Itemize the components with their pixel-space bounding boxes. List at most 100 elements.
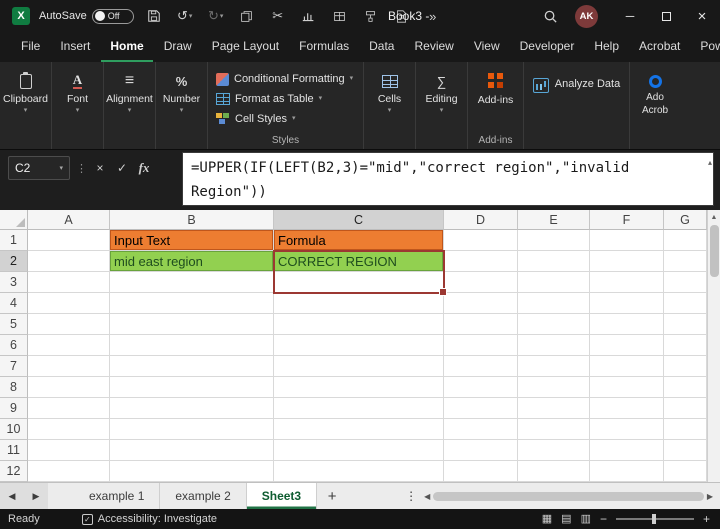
cell-C4[interactable] xyxy=(274,293,444,314)
cell-A10[interactable] xyxy=(28,419,110,440)
cell-E11[interactable] xyxy=(518,440,590,461)
cell-C8[interactable] xyxy=(274,377,444,398)
cell-E7[interactable] xyxy=(518,356,590,377)
cell-E9[interactable] xyxy=(518,398,590,419)
cell-F3[interactable] xyxy=(590,272,664,293)
row-header-6[interactable]: 6 xyxy=(0,335,28,356)
cell-D11[interactable] xyxy=(444,440,518,461)
undo-icon[interactable]: ↺▾ xyxy=(174,5,196,27)
row-header-9[interactable]: 9 xyxy=(0,398,28,419)
cell-F7[interactable] xyxy=(590,356,664,377)
page-break-view-icon[interactable]: ▥ xyxy=(581,514,591,525)
zoom-slider[interactable] xyxy=(616,518,694,520)
menu-tab-power-pivot[interactable]: Power Pivot xyxy=(691,32,720,62)
cell-E4[interactable] xyxy=(518,293,590,314)
scroll-right-icon[interactable]: ▶ xyxy=(704,492,716,501)
cell-E5[interactable] xyxy=(518,314,590,335)
cell-C3[interactable] xyxy=(274,272,444,293)
cell-A9[interactable] xyxy=(28,398,110,419)
prev-sheet-icon[interactable]: ◀ xyxy=(0,483,24,509)
menu-tab-home[interactable]: Home xyxy=(101,32,152,62)
cell-A4[interactable] xyxy=(28,293,110,314)
cell-F12[interactable] xyxy=(590,461,664,482)
sheet-options-kebab-icon[interactable]: ⋮ xyxy=(347,483,417,509)
menu-tab-view[interactable]: View xyxy=(465,32,509,62)
maximize-button[interactable] xyxy=(648,0,684,32)
column-header-b[interactable]: B xyxy=(110,210,274,230)
cell-F1[interactable] xyxy=(590,230,664,251)
cell-E1[interactable] xyxy=(518,230,590,251)
menu-tab-draw[interactable]: Draw xyxy=(155,32,201,62)
chart-icon[interactable] xyxy=(298,5,320,27)
row-header-2[interactable]: 2 xyxy=(0,251,28,272)
cell-C11[interactable] xyxy=(274,440,444,461)
cell-G7[interactable] xyxy=(664,356,707,377)
cell-G11[interactable] xyxy=(664,440,707,461)
redo-icon[interactable]: ↻▾ xyxy=(205,5,227,27)
name-box[interactable]: C2 ▾ xyxy=(8,156,70,180)
cut-icon[interactable]: ✂ xyxy=(267,5,289,27)
cell-E12[interactable] xyxy=(518,461,590,482)
cell-D12[interactable] xyxy=(444,461,518,482)
ribbon-group-clipboard[interactable]: Clipboard▾ xyxy=(0,62,52,149)
cell-B7[interactable] xyxy=(110,356,274,377)
cell-G8[interactable] xyxy=(664,377,707,398)
menu-tab-page-layout[interactable]: Page Layout xyxy=(203,32,288,62)
menu-tab-data[interactable]: Data xyxy=(360,32,403,62)
cell-D2[interactable] xyxy=(444,251,518,272)
cell-G5[interactable] xyxy=(664,314,707,335)
ribbon-button-format-as-table[interactable]: Format as Table▾ xyxy=(216,89,357,109)
horizontal-scrollbar[interactable]: ◀ ▶ xyxy=(417,483,720,509)
formula-bar-kebab-icon[interactable]: ⋮ xyxy=(76,162,87,175)
cell-C1[interactable]: Formula xyxy=(274,230,444,251)
cell-C5[interactable] xyxy=(274,314,444,335)
autosave-toggle[interactable]: AutoSave Off xyxy=(39,9,134,24)
menu-tab-help[interactable]: Help xyxy=(585,32,628,62)
cell-C12[interactable] xyxy=(274,461,444,482)
sheet-tab-example-2[interactable]: example 2 xyxy=(160,483,246,509)
analyze-data-button[interactable]: Analyze Data xyxy=(524,62,630,149)
normal-view-icon[interactable]: ▦ xyxy=(542,514,552,525)
cell-D3[interactable] xyxy=(444,272,518,293)
cell-E2[interactable] xyxy=(518,251,590,272)
cell-A6[interactable] xyxy=(28,335,110,356)
cell-A7[interactable] xyxy=(28,356,110,377)
cell-F5[interactable] xyxy=(590,314,664,335)
ribbon-button-cell-styles[interactable]: Cell Styles▾ xyxy=(216,109,357,129)
cell-B9[interactable] xyxy=(110,398,274,419)
column-header-c[interactable]: C xyxy=(274,210,444,230)
row-header-3[interactable]: 3 xyxy=(0,272,28,293)
cell-E6[interactable] xyxy=(518,335,590,356)
row-header-8[interactable]: 8 xyxy=(0,377,28,398)
cell-F9[interactable] xyxy=(590,398,664,419)
cell-B6[interactable] xyxy=(110,335,274,356)
cell-E8[interactable] xyxy=(518,377,590,398)
horizontal-scroll-thumb[interactable] xyxy=(433,492,704,501)
page-layout-view-icon[interactable]: ▤ xyxy=(561,514,571,525)
cell-G2[interactable] xyxy=(664,251,707,272)
cell-A8[interactable] xyxy=(28,377,110,398)
cell-B12[interactable] xyxy=(110,461,274,482)
zoom-slider-knob[interactable] xyxy=(652,514,656,524)
ribbon-button-conditional-formatting[interactable]: Conditional Formatting▾ xyxy=(216,69,357,89)
cell-D7[interactable] xyxy=(444,356,518,377)
scroll-up-icon[interactable]: ▲ xyxy=(711,210,718,225)
column-header-d[interactable]: D xyxy=(444,210,518,230)
vertical-scroll-thumb[interactable] xyxy=(710,225,719,277)
table-icon[interactable] xyxy=(329,5,351,27)
ribbon-group-editing[interactable]: Editing▾ xyxy=(416,62,468,149)
column-header-e[interactable]: E xyxy=(518,210,590,230)
row-header-5[interactable]: 5 xyxy=(0,314,28,335)
row-header-4[interactable]: 4 xyxy=(0,293,28,314)
ribbon-group-alignment[interactable]: Alignment▾ xyxy=(104,62,156,149)
cell-G6[interactable] xyxy=(664,335,707,356)
adobe-acrobat-button[interactable]: Ado Acrob xyxy=(630,62,680,149)
column-header-f[interactable]: F xyxy=(590,210,664,230)
autosave-switch[interactable]: Off xyxy=(92,9,134,24)
add-sheet-button[interactable]: + xyxy=(317,483,347,509)
row-header-12[interactable]: 12 xyxy=(0,461,28,482)
menu-tab-developer[interactable]: Developer xyxy=(511,32,584,62)
minimize-button[interactable]: ─ xyxy=(612,0,648,32)
accessibility-status[interactable]: ✓ Accessibility: Investigate xyxy=(82,513,217,525)
menu-tab-file[interactable]: File xyxy=(12,32,49,62)
